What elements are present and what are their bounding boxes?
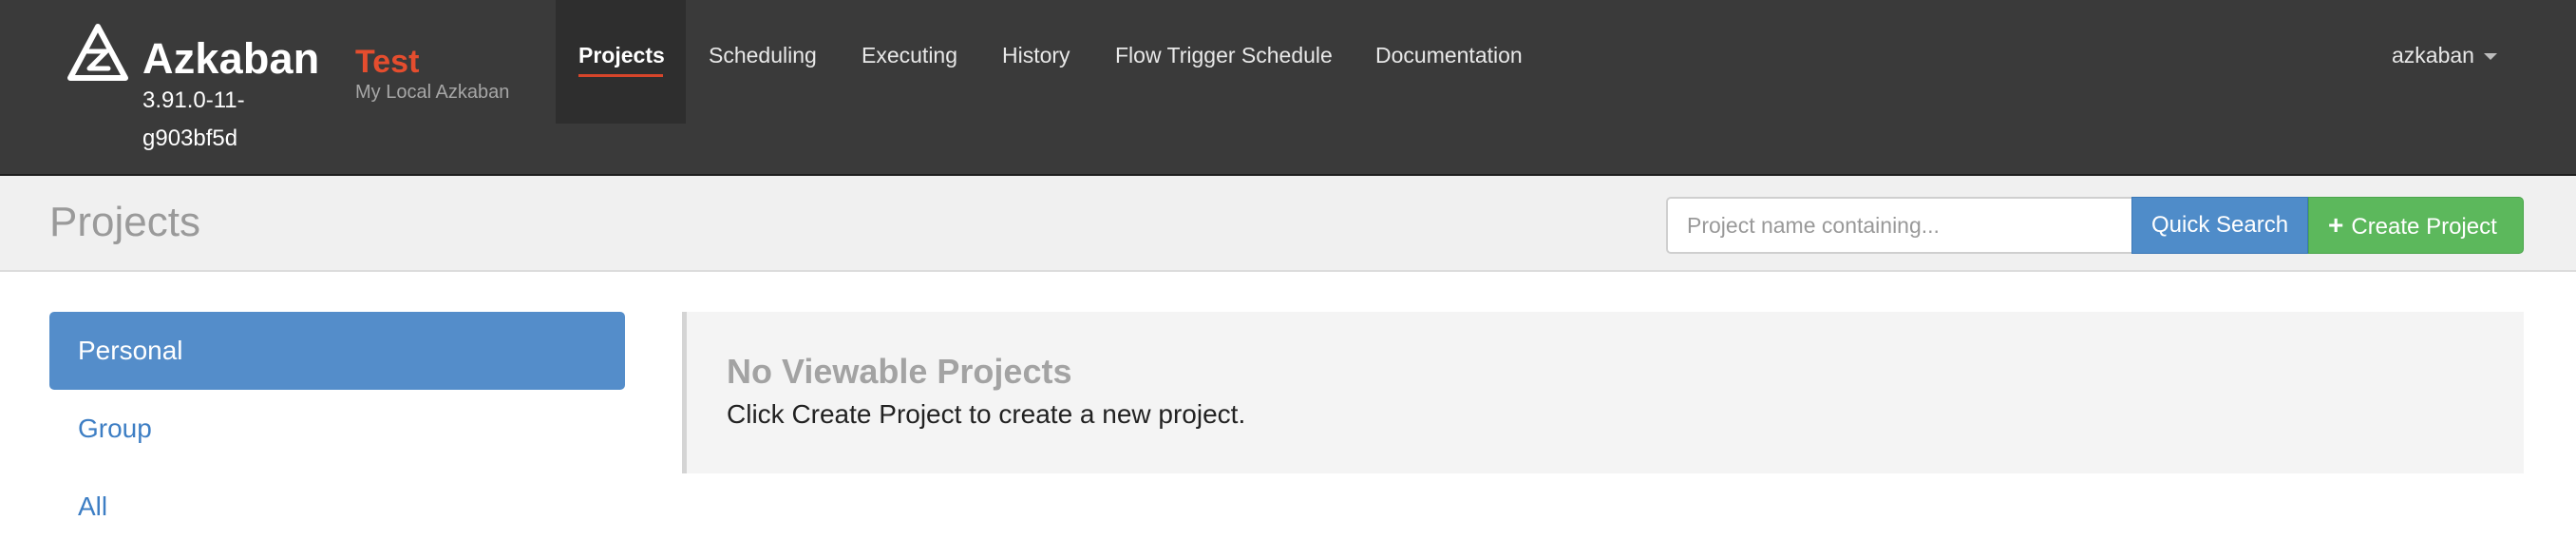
caret-down-icon: [2483, 53, 2497, 61]
empty-projects-notice: No Viewable Projects Click Create Projec…: [682, 312, 2524, 473]
top-navbar: Azkaban 3.91.0-11-g903bf5d Test My Local…: [0, 0, 2576, 176]
brand-name[interactable]: Azkaban: [142, 34, 319, 84]
quick-search-label: Quick Search: [2151, 212, 2289, 238]
username: azkaban: [2392, 43, 2474, 67]
page-title: Projects: [49, 199, 200, 245]
nav-documentation[interactable]: Documentation: [1353, 0, 1545, 124]
sidebar-item-all[interactable]: All: [49, 468, 625, 546]
sidebar-item-personal[interactable]: Personal: [49, 312, 625, 390]
nav-history-label: History: [1002, 43, 1070, 67]
quick-search-button[interactable]: Quick Search: [2131, 197, 2308, 254]
project-search-input[interactable]: [1666, 197, 2131, 254]
nav-projects[interactable]: Projects: [556, 0, 686, 124]
page-header: Projects Quick Search + Create Project: [0, 176, 2576, 272]
create-project-label: Create Project: [2351, 214, 2497, 240]
environment-description: My Local Azkaban: [355, 82, 510, 103]
user-menu[interactable]: azkaban: [2392, 43, 2497, 68]
nav-executing-label: Executing: [862, 43, 958, 67]
azkaban-logo-icon[interactable]: [66, 23, 129, 84]
empty-state-text: Click Create Project to create a new pro…: [727, 399, 1246, 429]
active-tab-indicator: [578, 74, 663, 77]
empty-state-title: No Viewable Projects: [727, 352, 1072, 391]
environment-name: Test: [355, 44, 420, 80]
nav-flow-trigger-schedule[interactable]: Flow Trigger Schedule: [1092, 0, 1355, 124]
nav-projects-label: Projects: [578, 43, 665, 67]
plus-icon: +: [2328, 210, 2344, 240]
nav-history[interactable]: History: [979, 0, 1093, 124]
nav-documentation-label: Documentation: [1375, 43, 1523, 67]
nav-scheduling-label: Scheduling: [709, 43, 817, 67]
nav-scheduling[interactable]: Scheduling: [686, 0, 840, 124]
sidebar-item-group[interactable]: Group: [49, 390, 625, 468]
brand-version: 3.91.0-11-g903bf5d: [142, 87, 245, 151]
create-project-button[interactable]: + Create Project: [2308, 197, 2524, 254]
project-filter-sidebar: Personal Group All: [49, 312, 625, 546]
nav-flow-trigger-schedule-label: Flow Trigger Schedule: [1115, 43, 1333, 67]
nav-executing[interactable]: Executing: [839, 0, 980, 124]
